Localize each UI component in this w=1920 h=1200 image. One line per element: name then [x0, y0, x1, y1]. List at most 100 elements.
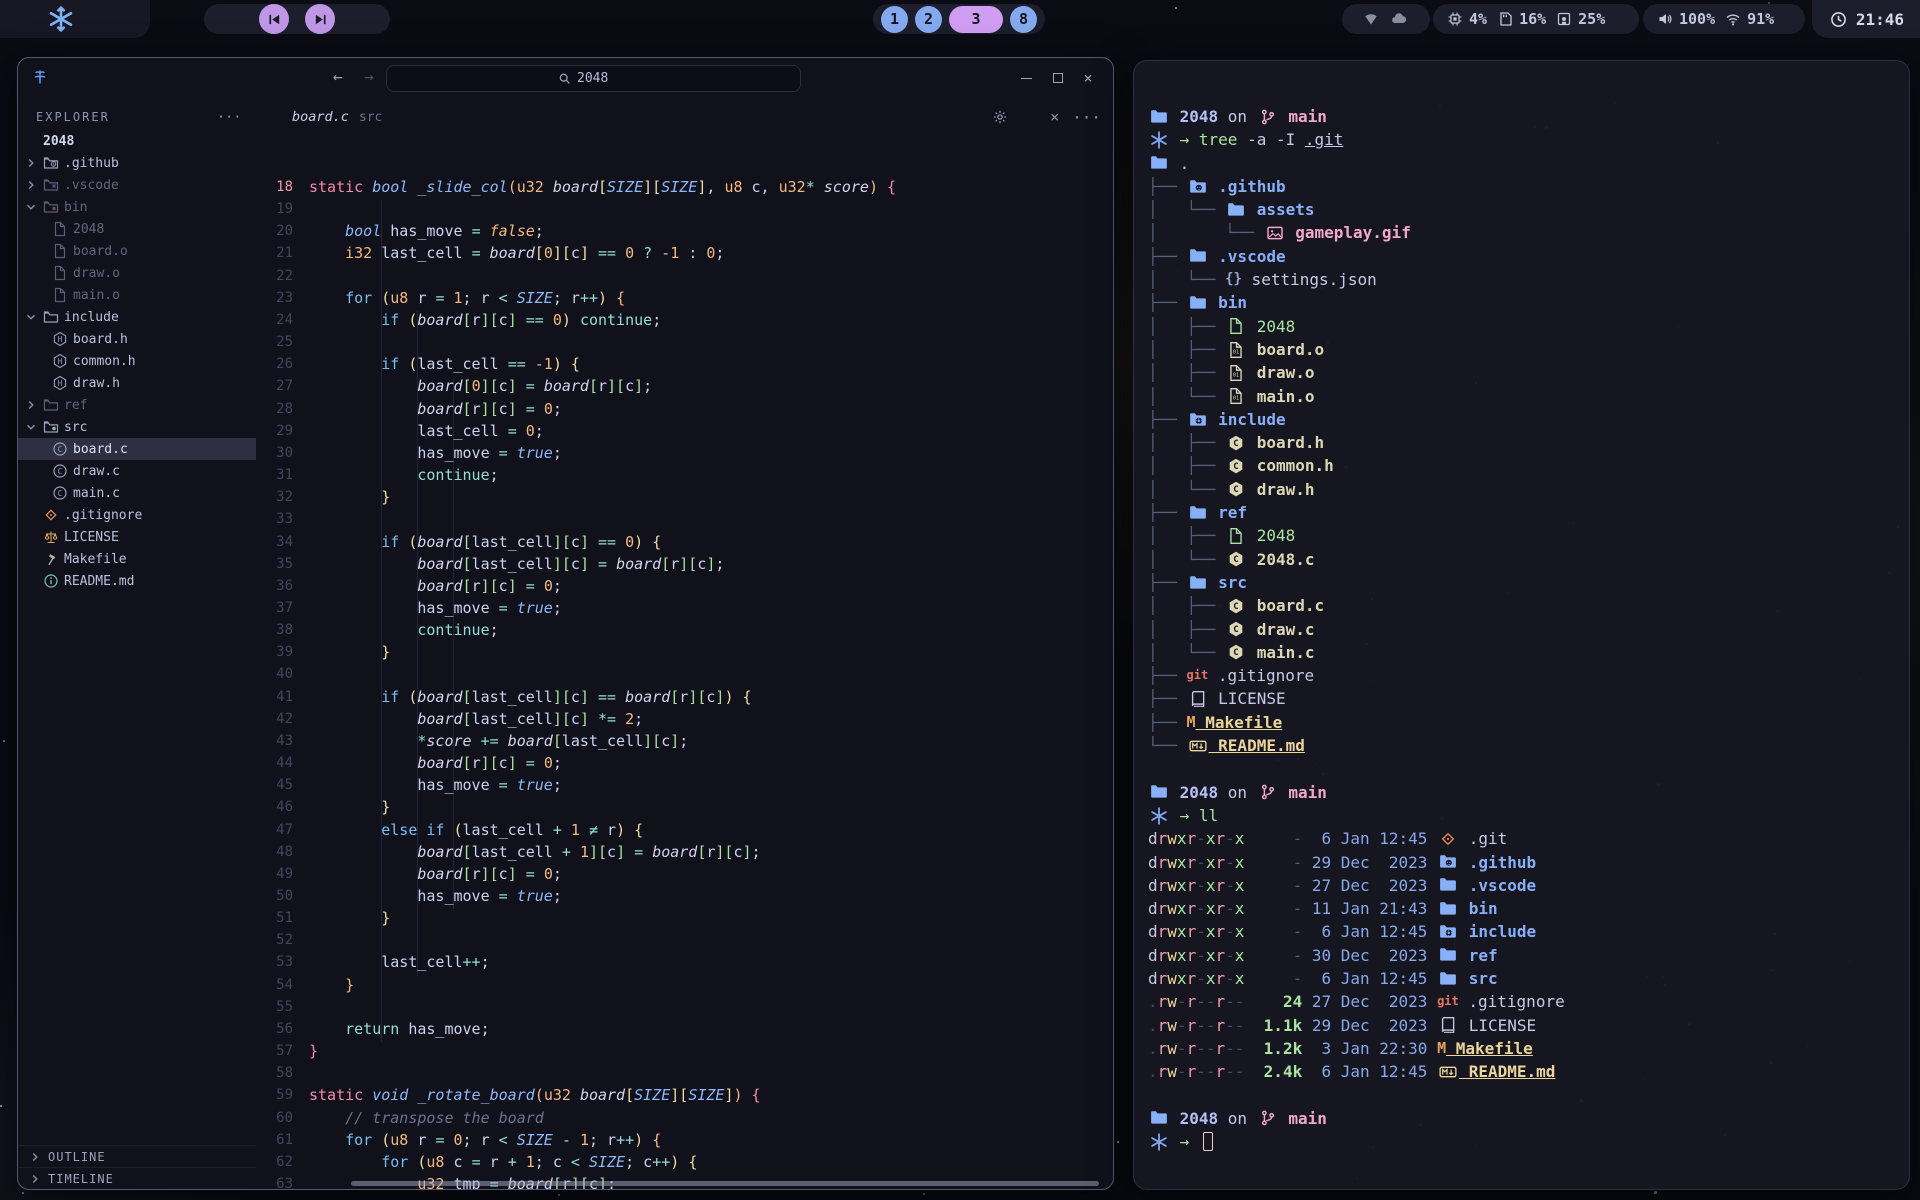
code-line-48: 48 board[last_cell + 1][c] = board[r][c]… — [256, 841, 1113, 863]
terminal-window[interactable]: 2048 on main → tree -a -I .git .├── .git… — [1133, 60, 1910, 1190]
code-line-36: 36 board[r][c] = 0; — [256, 575, 1113, 597]
code-line-22: 22 — [256, 265, 1113, 287]
nav-back-button[interactable]: ← — [333, 67, 343, 86]
search-icon — [558, 72, 571, 85]
file-listing-row: drwxr-xr-x - 11 Jan 21:43 bin — [1148, 897, 1899, 920]
folder-icon — [1189, 294, 1207, 312]
sidebar-item-board.c[interactable]: Cboard.c — [18, 438, 256, 460]
sidebar-item-board.h[interactable]: Hboard.h — [18, 328, 256, 350]
new-file-button[interactable] — [158, 133, 174, 149]
root-folder-label: 2048 — [43, 134, 74, 149]
explorer-root-folder[interactable]: 2048 — [18, 130, 256, 152]
sidebar-item-src[interactable]: src — [18, 416, 256, 438]
svg-text:H: H — [58, 335, 63, 344]
horizontal-scrollbar[interactable] — [351, 1181, 1099, 1186]
sidebar-section-outline[interactable]: OUTLINE — [18, 1145, 256, 1167]
weather-widget[interactable] — [1342, 4, 1430, 34]
clock-widget[interactable]: 21:46 — [1812, 0, 1920, 38]
hammer-icon — [43, 551, 59, 567]
nixos-logo-block[interactable] — [0, 0, 150, 38]
file-label: README.md — [64, 574, 134, 589]
tree-entry: │ ├── 01 board.o — [1148, 338, 1899, 361]
folder-o-bin-icon — [43, 199, 59, 215]
maximize-button[interactable] — [1045, 70, 1071, 86]
sidebar-item-include[interactable]: include — [18, 306, 256, 328]
sidebar-item-2048[interactable]: 2048 — [18, 218, 256, 240]
close-button[interactable]: × — [1075, 70, 1101, 86]
file-listing-row: .rw-r--r-- 2.4k 6 Jan 12:45 README.md — [1148, 1060, 1899, 1083]
sidebar-item-draw.h[interactable]: Hdraw.h — [18, 372, 256, 394]
disk-icon — [1556, 11, 1572, 27]
minimize-button[interactable] — [1013, 70, 1039, 86]
nav-forward-button[interactable]: → — [364, 67, 374, 86]
code-line-56: 56 return has_move; — [256, 1018, 1113, 1040]
sound-network-widget[interactable]: 100% 91% — [1643, 4, 1805, 34]
system-stats: 4% 16% 25% — [1433, 4, 1639, 34]
tree-entry: ├── include — [1148, 408, 1899, 431]
command-center-search[interactable] — [386, 65, 801, 92]
breadcrumb[interactable]: src — [359, 110, 382, 125]
close-editor-button[interactable]: × — [1050, 108, 1059, 126]
disk-usage: 25% — [1578, 10, 1605, 28]
sidebar-item-draw.c[interactable]: Cdraw.c — [18, 460, 256, 482]
file-label: main.c — [73, 486, 120, 501]
tree-entry: │ ├── C board.c — [1148, 594, 1899, 617]
sidebar-item-main.o[interactable]: main.o — [18, 284, 256, 306]
sidebar-item-.vscode[interactable]: .vscode — [18, 174, 256, 196]
file-listing-row: drwxr-xr-x - 6 Jan 12:45 src — [1148, 967, 1899, 990]
tree-entry: └── README.md — [1148, 734, 1899, 757]
sidebar-item-ref[interactable]: ref — [18, 394, 256, 416]
code-line-44: 44 board[r][c] = 0; — [256, 752, 1113, 774]
sidebar-item-.github[interactable]: .github — [18, 152, 256, 174]
sidebar-item-draw.o[interactable]: draw.o — [18, 262, 256, 284]
git-diamond-icon — [43, 507, 59, 523]
workspace-1-button[interactable]: 1 — [881, 6, 908, 33]
search-input[interactable] — [577, 71, 629, 86]
explorer-more-button[interactable]: ··· — [217, 110, 242, 124]
collapse-folders-button[interactable] — [230, 133, 246, 149]
gear-icon[interactable] — [992, 109, 1008, 125]
code-line-20: 20 bool has_move = false; — [256, 220, 1113, 242]
tree-entry: │ └── 01 main.o — [1148, 385, 1899, 408]
c-circle-icon: C — [52, 441, 68, 457]
refresh-explorer-button[interactable] — [206, 133, 222, 149]
sidebar-item-board.o[interactable]: board.o — [18, 240, 256, 262]
code-line-55: 55 — [256, 996, 1113, 1018]
terminal-prompt: 2048 on main — [1148, 1107, 1899, 1130]
workspace-3-button[interactable]: 3 — [949, 6, 1003, 33]
tab-filename[interactable]: board.c — [292, 109, 349, 125]
sidebar-section-timeline[interactable]: TIMELINE — [18, 1167, 256, 1189]
workspace-2-button[interactable]: 2 — [915, 6, 942, 33]
tree-entry: │ ├── 01 draw.o — [1148, 361, 1899, 384]
code-line-24: 24 if (board[r][c] == 0) continue; — [256, 309, 1113, 331]
sidebar-item-main.c[interactable]: Cmain.c — [18, 482, 256, 504]
file-label: .gitignore — [64, 508, 142, 523]
memory-usage: 16% — [1519, 10, 1546, 28]
sidebar-item-README.md[interactable]: README.md — [18, 570, 256, 592]
workspace-8-button[interactable]: 8 — [1010, 6, 1037, 33]
explorer-sidebar: EXPLORER ··· 2048 .github .vscode bin 20… — [18, 98, 256, 1189]
sidebar-item-bin[interactable]: bin — [18, 196, 256, 218]
split-editor-button[interactable] — [1021, 109, 1037, 125]
editor-area[interactable]: board.c src × ··· 18static bool _slide_c… — [256, 98, 1113, 1189]
vscode-titlebar[interactable]: ← → × — [18, 58, 1113, 98]
code-line-46: 46 } — [256, 796, 1113, 818]
sidebar-item-.gitignore[interactable]: .gitignore — [18, 504, 256, 526]
md-badge-icon — [1439, 1063, 1457, 1081]
code-line-57: 57} — [256, 1040, 1113, 1062]
run-debug-button[interactable] — [963, 109, 979, 125]
code-line-25: 25 — [256, 331, 1113, 353]
tree-entry: │ ├── C board.h — [1148, 431, 1899, 454]
tree-entry: ├── .vscode — [1148, 245, 1899, 268]
binary-file-icon: 01 — [1227, 387, 1245, 405]
skip-previous-button[interactable] — [259, 4, 289, 34]
new-folder-button[interactable] — [182, 133, 198, 149]
sidebar-item-Makefile[interactable]: Makefile — [18, 548, 256, 570]
sidebar-item-common.h[interactable]: Hcommon.h — [18, 350, 256, 372]
c-circle-icon: C — [52, 463, 68, 479]
skip-next-button[interactable] — [305, 4, 335, 34]
svg-text:C: C — [58, 467, 63, 476]
sidebar-item-LICENSE[interactable]: LICENSE — [18, 526, 256, 548]
tree-entry: │ └── C draw.h — [1148, 478, 1899, 501]
editor-more-button[interactable]: ··· — [1072, 108, 1101, 127]
